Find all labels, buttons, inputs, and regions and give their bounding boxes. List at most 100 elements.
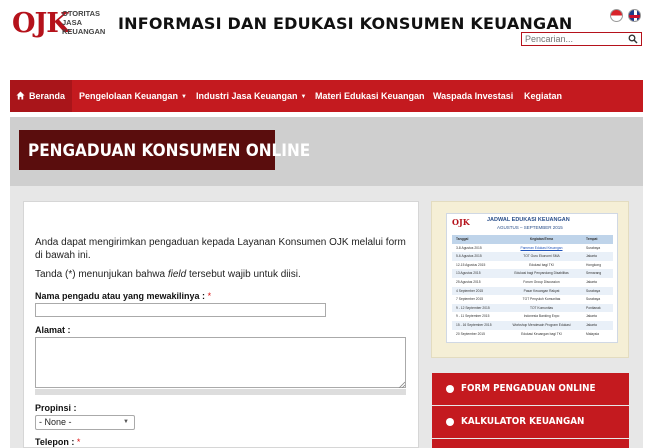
form-pengaduan-online-button[interactable]: FORM PENGADUAN ONLINE — [432, 373, 629, 405]
schedule-cell: Surabaya — [586, 245, 601, 250]
caret-down-icon: ▼ — [181, 94, 187, 100]
required-note: Tanda (*) menunjukan bahwa field tersebu… — [35, 269, 410, 280]
schedule-cell: 12-15 Agustus 2015 — [456, 262, 486, 267]
banner-title-box: PENGADUAN KONSUMEN ONLINE — [19, 130, 310, 170]
note-text: Tanda (*) menunjukan bahwa — [35, 269, 168, 280]
schedule-cell: Jakarta — [586, 314, 597, 319]
logo-line: KEUANGAN — [62, 27, 106, 36]
schedule-row: 7 September 2015 TOT Penyuluh Komunitas Su… — [452, 295, 613, 304]
schedule-header-row: Tanggal Kegiatan/Tema Tempat — [452, 235, 613, 244]
name-label: Nama pengadu atau yang mewakilinya : * — [35, 291, 211, 301]
page-banner: PENGADUAN KONSUMEN ONLINE — [10, 117, 643, 186]
schedule-row: 20 September 2015 Edukasi Keuangan bagi T… — [452, 330, 613, 339]
nav-label: Kegiatan — [524, 91, 563, 101]
required-mark: * — [207, 291, 212, 301]
search-input[interactable] — [525, 33, 625, 45]
caret-down-icon: ▼ — [300, 94, 307, 100]
address-field[interactable] — [35, 337, 406, 388]
schedule-cell: Pameran Edukasi Keuangan — [520, 245, 563, 250]
resize-handle-icon[interactable] — [398, 381, 405, 388]
nav-item-waspada-investasi[interactable]: Waspada Investasi — [433, 80, 513, 112]
schedule-cell: TOT Penyuluh Komunitas — [522, 297, 561, 302]
nav-item-industri-jasa-keuangan[interactable]: Industri Jasa Keuangan ▼ — [196, 80, 306, 112]
nav-item-beranda[interactable]: Beranda — [10, 80, 72, 112]
phone-label: Telepon : * — [35, 437, 80, 447]
nav-item-kegiatan[interactable]: Kegiatan — [524, 80, 562, 112]
province-select[interactable]: - None - ▼ — [35, 415, 135, 430]
schedule-table: Tanggal Kegiatan/Tema Tempat 3-8 Agustus… — [452, 235, 613, 338]
nav-label: Beranda — [29, 91, 66, 101]
schedule-cell: Tanggal — [456, 237, 469, 241]
schedule-cell: 13 Agustus 2015 — [456, 271, 481, 276]
schedule-cell: 25 Agustus 2015 — [456, 279, 481, 284]
logo-line: JASA — [62, 18, 83, 27]
logo-mark: OJK — [12, 8, 70, 39]
schedule-cell: Jakarta — [586, 254, 597, 259]
button-label: FORM PENGADUAN ONLINE — [461, 383, 596, 394]
site-title: INFORMASI DAN EDUKASI KONSUMEN KEUANGAN — [118, 14, 573, 33]
search-icon[interactable] — [628, 34, 638, 44]
schedule-cell: Edukasi Keuangan bagi TKI — [521, 331, 562, 336]
schedule-cell: Workshop Mendesain Program Edukasi — [512, 322, 571, 327]
schedule-row: 5-6 Agustus 2015 TOT Guru Ekonomi SMA Jaka… — [452, 252, 613, 261]
id-flag-icon[interactable] — [610, 9, 623, 22]
schedule-cell: Kegiatan/Tema — [529, 237, 554, 241]
schedule-cell: Pontianak — [586, 305, 601, 310]
note-text: tersebut wajib untuk diisi. — [186, 269, 301, 280]
schedule-cell: Edukasi bagi Penyandang Disabilitas — [514, 271, 569, 276]
nav-item-materi-edukasi[interactable]: Materi Edukasi Keuangan — [315, 80, 425, 112]
schedule-cell: Pasar Keuangan Rakyat — [523, 288, 560, 293]
phone-label-text: Telepon : — [35, 437, 77, 447]
nav-item-pengelolaan-keuangan[interactable]: Pengelolaan Keuangan ▼ — [79, 80, 187, 112]
name-field[interactable] — [35, 303, 326, 317]
nav-label: Materi Edukasi Keuangan — [315, 91, 425, 101]
nav-label: Industri Jasa Keuangan — [196, 91, 298, 101]
logo-line: OTORITAS — [62, 9, 101, 18]
schedule-cell: 15 - 16 September 2015 — [456, 322, 492, 327]
schedule-cell: Jakarta — [586, 322, 597, 327]
schedule-image[interactable]: OJK JADWAL EDUKASI KEUANGAN AGUSTUS – SE… — [446, 213, 618, 343]
schedule-row: 15 - 16 September 2015 Workshop Mendesain… — [452, 320, 613, 330]
search-box — [521, 32, 642, 46]
schedule-row: 13 Agustus 2015 Edukasi bagi Penyandang D… — [452, 269, 613, 278]
logo-text: OTORITAS JASA KEUANGAN — [62, 9, 122, 36]
schedule-cell: Malaysia — [586, 331, 600, 336]
en-flag-icon[interactable] — [628, 9, 641, 22]
schedule-cell: Forum Group Discussion — [523, 279, 560, 284]
schedule-row: 4 September 2015 Pasar Keuangan Rakyat Sur… — [452, 286, 613, 296]
form-intro-text: Anda dapat mengirimkan pengaduan kepada … — [35, 237, 406, 261]
schedule-cell: Indonesia Banking Expo — [523, 314, 560, 319]
schedule-cell: 20 September 2015 — [456, 331, 485, 336]
home-icon — [16, 91, 25, 100]
schedule-title: JADWAL EDUKASI KEUANGAN — [487, 217, 570, 223]
schedule-row: 25 Agustus 2015 Forum Group Discussion Jak… — [452, 278, 613, 287]
schedule-cell: Semarang — [586, 271, 602, 276]
province-label: Propinsi : — [35, 403, 77, 413]
note-field-word: field — [167, 269, 187, 280]
required-mark: * — [76, 437, 81, 447]
textarea-grippie[interactable] — [35, 389, 406, 395]
schedule-cell: TOT Komunitas — [530, 305, 553, 310]
province-value: - None - — [39, 417, 72, 427]
schedule-logo: OJK — [452, 217, 470, 227]
bullet-icon — [446, 385, 454, 393]
schedule-cell: 5-6 Agustus 2015 — [456, 254, 482, 259]
schedule-cell: Tempat — [586, 237, 598, 241]
ojk-logo[interactable]: OJK OTORITAS JASA KEUANGAN — [12, 6, 112, 42]
schedule-row: 9 - 11 September 2015 Indonesia Banking E… — [452, 312, 613, 321]
bullet-icon — [446, 418, 454, 426]
chevron-down-icon: ▼ — [123, 419, 129, 425]
schedule-row: 3-8 Agustus 2015 Pameran Edukasi Keuangan… — [452, 244, 613, 253]
schedule-cell: 9 - 12 September 2015 — [456, 305, 490, 310]
address-label: Alamat : — [35, 325, 71, 335]
nav-label: Waspada Investasi — [433, 91, 514, 101]
button-label: KALKULATOR KEUANGAN — [461, 416, 585, 427]
nav-label: Pengelolaan Keuangan — [79, 91, 179, 101]
page: OJK OTORITAS JASA KEUANGAN INFORMASI DAN… — [0, 0, 650, 448]
sidebar-button-partial[interactable] — [432, 439, 629, 448]
schedule-cell: 9 - 11 September 2015 — [456, 314, 490, 319]
schedule-cell: Hongkong — [586, 262, 602, 267]
schedule-cell: Surabaya — [586, 288, 601, 293]
kalkulator-keuangan-button[interactable]: KALKULATOR KEUANGAN — [432, 406, 629, 438]
schedule-cell: TOT Guru Ekonomi SMA — [523, 254, 560, 259]
